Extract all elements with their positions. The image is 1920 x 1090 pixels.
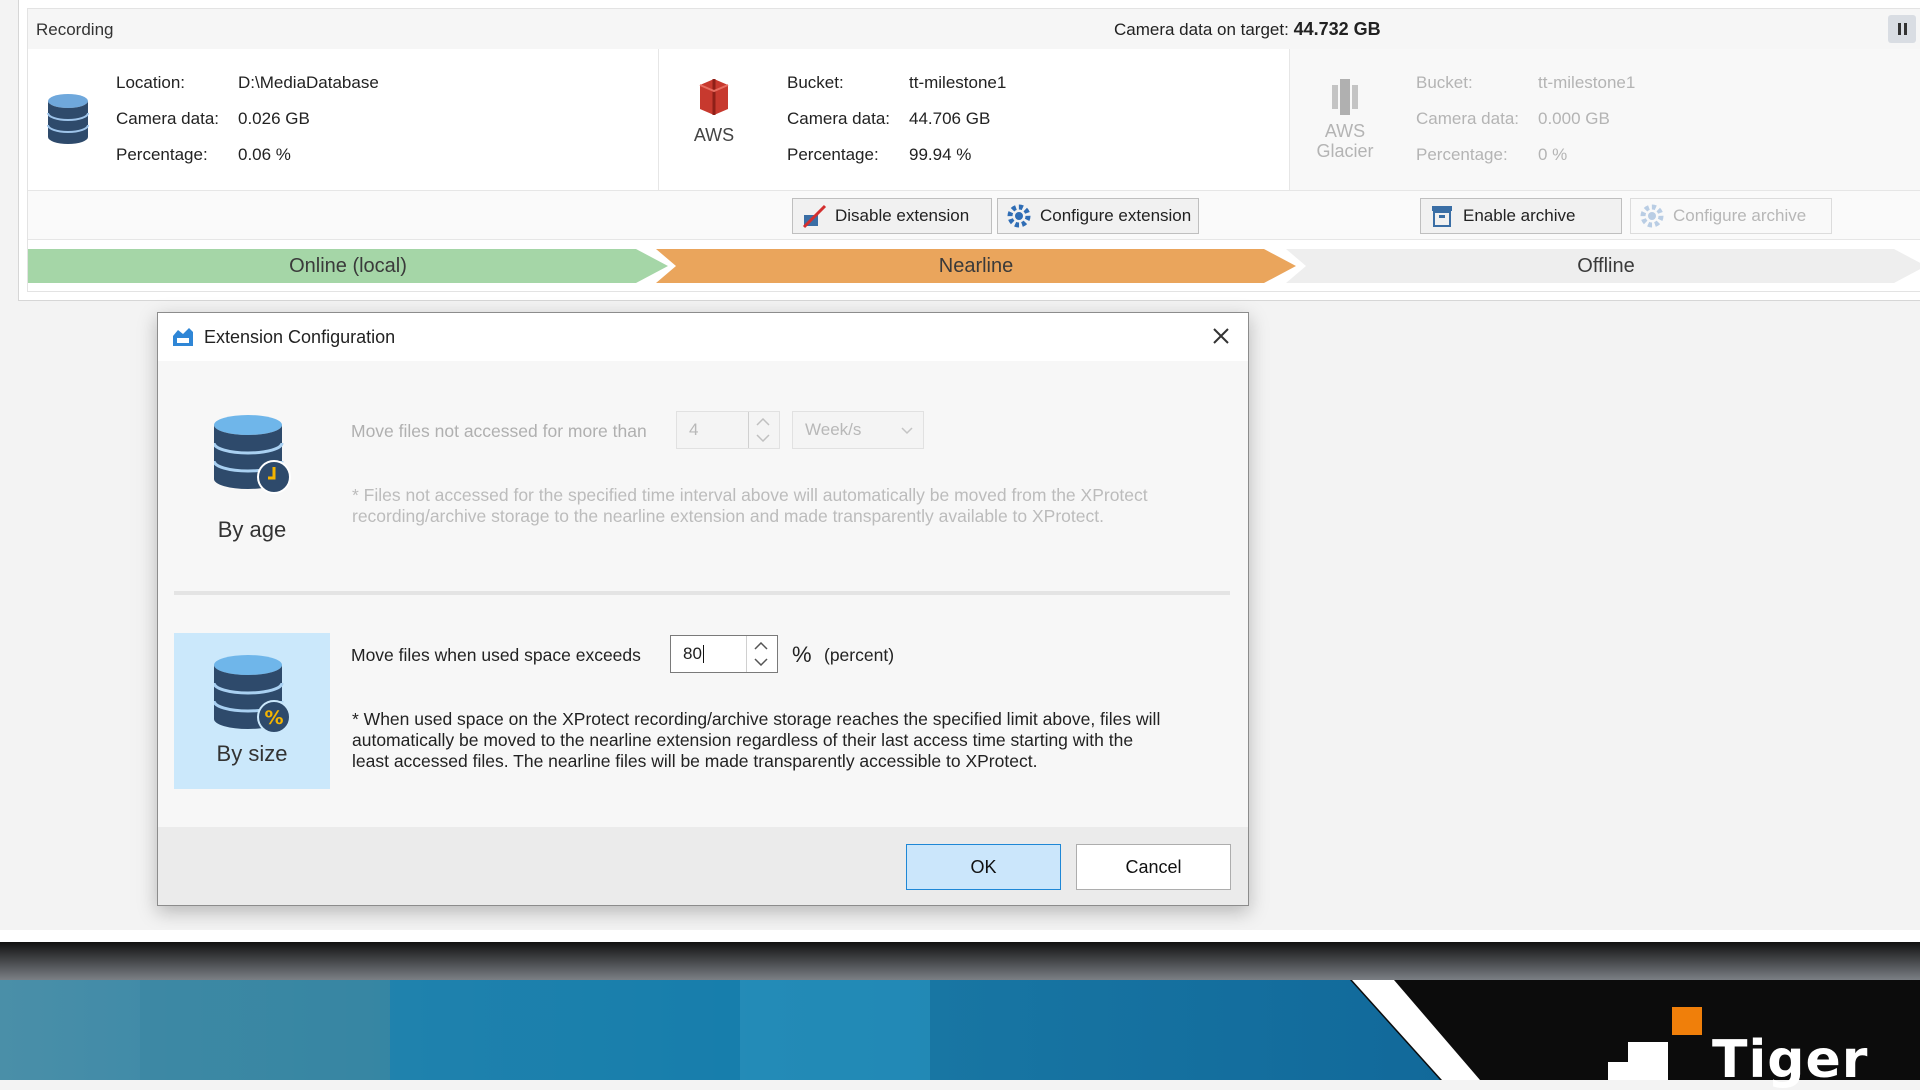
offline-camera-data: Camera data: 0.000 GB xyxy=(1416,109,1610,128)
aws-s3-icon xyxy=(699,79,729,115)
configure-archive-button[interactable]: Configure archive xyxy=(1630,198,1832,234)
dialog-title: Extension Configuration xyxy=(204,327,396,347)
tier-action-row: Disable extension Configure extension En… xyxy=(28,191,1920,240)
camera-data-total-label: Camera data on target: xyxy=(1114,20,1289,39)
chevron-up-icon[interactable] xyxy=(754,642,768,650)
tier-flow-bar: Online (local) Nearline Offline xyxy=(28,249,1920,283)
recording-header: Recording Camera data on target: 44.732 … xyxy=(28,9,1920,50)
svg-text:%: % xyxy=(264,707,283,729)
database-icon xyxy=(47,94,89,144)
aws-glacier-icon xyxy=(1332,79,1358,115)
brand-banner xyxy=(0,942,1920,1080)
extension-configuration-dialog: Extension Configuration By age Move file… xyxy=(157,312,1249,906)
tier-offline: Offline xyxy=(1286,249,1920,283)
dialog-title-bar: Extension Configuration xyxy=(158,313,1248,361)
local-camera-data: Camera data: 0.026 GB xyxy=(116,109,310,128)
dialog-footer: OK Cancel xyxy=(158,827,1248,905)
gear-icon xyxy=(1640,204,1664,228)
database-percent-icon: % xyxy=(214,655,291,734)
enable-archive-button[interactable]: Enable archive xyxy=(1420,198,1622,234)
dialog-body: By age Move files not accessed for more … xyxy=(158,361,1248,827)
local-location: Location: D:\MediaDatabase xyxy=(116,73,379,92)
camera-data-total-value: 44.732 GB xyxy=(1293,19,1381,39)
by-age-text: Move files not accessed for more than xyxy=(351,421,647,441)
size-percent-stepper[interactable]: 80 xyxy=(670,635,778,673)
disable-extension-button[interactable]: Disable extension xyxy=(792,198,992,234)
cancel-button[interactable]: Cancel xyxy=(1076,844,1231,890)
tier-nearline: Nearline xyxy=(656,249,1296,283)
nearline-bucket: Bucket: tt-milestone1 xyxy=(787,73,1007,92)
chevron-down-icon xyxy=(901,427,913,435)
by-size-label: By size xyxy=(216,741,288,766)
by-age-note: * Files not accessed for the specified t… xyxy=(352,485,1148,526)
chevron-down-icon[interactable] xyxy=(754,658,768,666)
recording-title: Recording xyxy=(36,20,114,39)
close-icon[interactable] xyxy=(1208,323,1234,349)
chevron-down-icon[interactable] xyxy=(756,434,770,442)
tier-online-local: Online (local) xyxy=(28,249,668,283)
tier-offline-info: AWS Glacier Bucket: tt-milestone1 Camera… xyxy=(1290,49,1920,191)
pause-button[interactable] xyxy=(1888,15,1916,43)
chevron-up-icon[interactable] xyxy=(756,418,770,426)
banner-background xyxy=(0,942,1920,1080)
tier-local-info: Location: D:\MediaDatabase Camera data: … xyxy=(28,49,659,191)
percent-symbol: % xyxy=(792,642,812,667)
by-size-text: Move files when used space exceeds xyxy=(351,645,641,665)
nearline-percentage: Percentage: 99.94 % xyxy=(787,145,972,164)
gear-icon xyxy=(1007,204,1031,228)
recording-panel-inner: Recording Camera data on target: 44.732 … xyxy=(27,8,1920,292)
archive-box-icon xyxy=(1432,206,1452,227)
configure-extension-button[interactable]: Configure extension xyxy=(997,198,1199,234)
cloud-upload-icon xyxy=(173,328,193,346)
tier-nearline-info: AWS Bucket: tt-milestone1 Camera data: 4… xyxy=(659,49,1290,191)
ok-button[interactable]: OK xyxy=(906,844,1061,890)
age-value-stepper[interactable]: 4 xyxy=(676,411,780,449)
by-age-label: By age xyxy=(217,517,287,542)
database-clock-icon xyxy=(214,415,291,494)
section-divider xyxy=(174,591,1230,595)
bottom-separator xyxy=(0,930,1920,942)
mode-by-age[interactable]: By age xyxy=(174,409,330,559)
recording-panel: Recording Camera data on target: 44.732 … xyxy=(18,0,1920,301)
percent-unit-text: (percent) xyxy=(824,645,895,665)
offline-provider: AWS Glacier xyxy=(1316,121,1374,161)
by-size-note: * When used space on the XProtect record… xyxy=(352,709,1161,771)
nearline-camera-data: Camera data: 44.706 GB xyxy=(787,109,991,128)
offline-bucket: Bucket: tt-milestone1 xyxy=(1416,73,1636,92)
nearline-provider: AWS xyxy=(693,125,735,145)
camera-data-total: Camera data on target: 44.732 GB xyxy=(1114,19,1381,40)
pause-icon xyxy=(1897,23,1901,35)
tiger-logo-text: Tiger xyxy=(1712,1030,1869,1090)
text-cursor xyxy=(702,645,704,663)
local-percentage: Percentage: 0.06 % xyxy=(116,145,291,164)
offline-percentage: Percentage: 0 % xyxy=(1416,145,1568,164)
mode-by-size[interactable]: % By size xyxy=(174,633,330,789)
age-unit-select[interactable]: Week/s xyxy=(792,411,924,449)
disable-extension-icon xyxy=(802,204,827,229)
